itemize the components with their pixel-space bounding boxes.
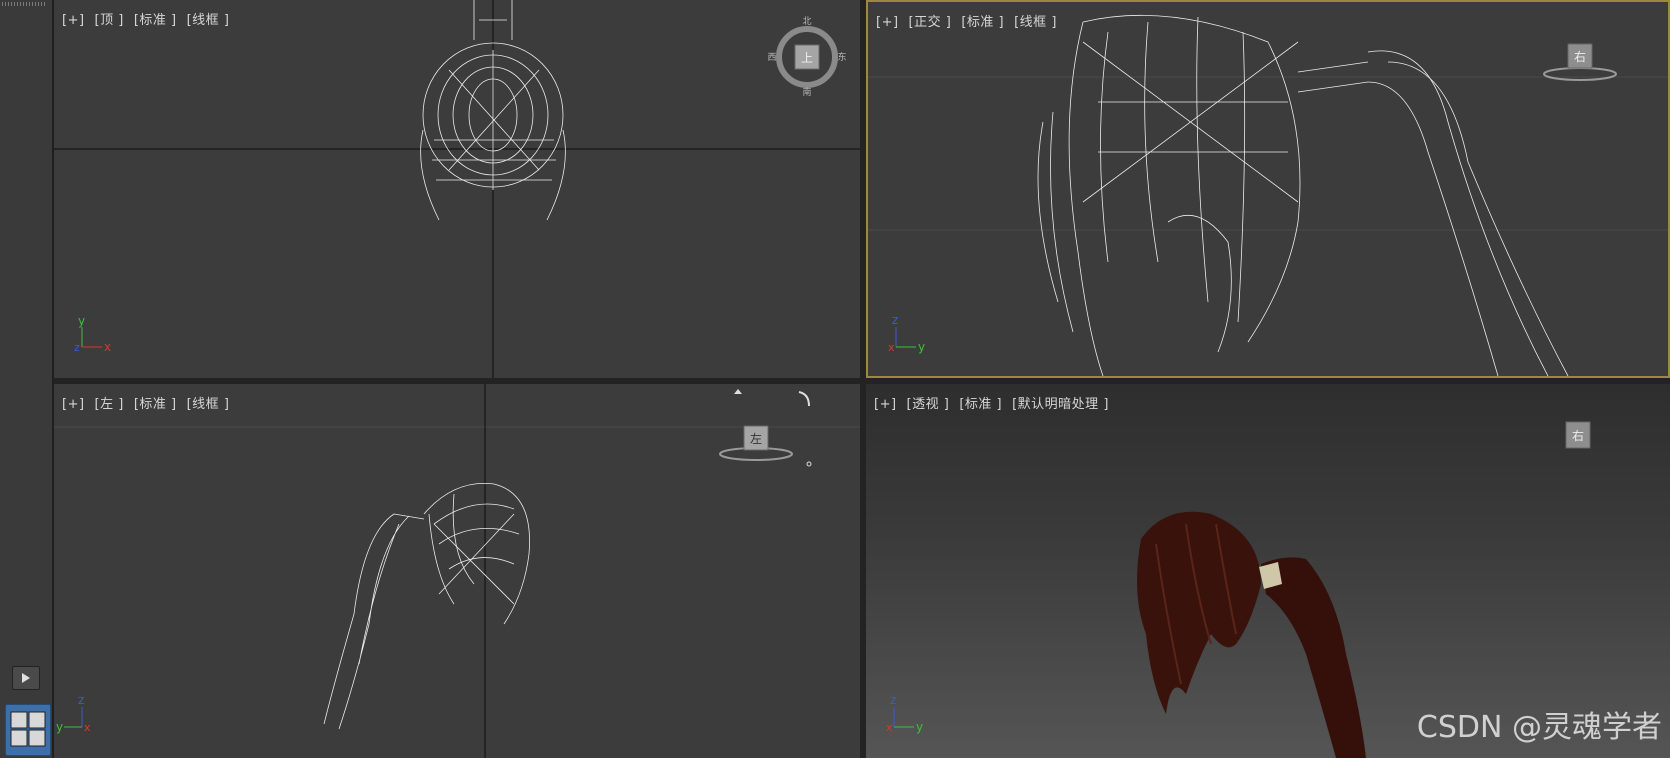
viewport-shading[interactable]: [标准 ] xyxy=(134,397,177,412)
viewport-top[interactable]: 上 北 南 西 东 y x z [+] [顶 ] [标准 ] [线框 ] xyxy=(54,0,860,378)
svg-text:上: 上 xyxy=(801,51,813,65)
viewport-view-name[interactable]: [透视 ] xyxy=(907,397,950,412)
viewport-display-mode[interactable]: [线框 ] xyxy=(1014,15,1057,30)
toolbar-grip[interactable] xyxy=(2,2,46,6)
viewport-shading[interactable]: [标准 ] xyxy=(961,15,1004,30)
watermark-text: CSDN @灵魂学者 xyxy=(1416,710,1662,745)
viewport-shading[interactable]: [标准 ] xyxy=(959,397,1002,412)
svg-text:西: 西 xyxy=(767,52,776,63)
axis-gizmo-perspective: z y x xyxy=(886,693,923,734)
ortho-view-scene: 右 z y x xyxy=(868,14,1668,376)
hair-wireframe-left xyxy=(323,483,530,730)
viewport-menu-plus[interactable]: [+] xyxy=(62,397,85,412)
view-cube-top[interactable]: 上 北 南 西 东 xyxy=(767,16,846,98)
hair-wireframe-ortho xyxy=(1037,14,1569,376)
svg-text:y: y xyxy=(78,314,85,328)
svg-text:z: z xyxy=(74,341,80,354)
svg-text:y: y xyxy=(56,720,63,734)
view-cube-perspective[interactable]: 右 xyxy=(1565,421,1591,449)
svg-text:左: 左 xyxy=(750,431,762,446)
viewport-display-mode[interactable]: [线框 ] xyxy=(187,13,230,28)
viewport-label-ortho: [+] [正交 ] [标准 ] [线框 ] xyxy=(876,11,1067,30)
svg-text:南: 南 xyxy=(802,86,811,98)
svg-text:右: 右 xyxy=(1574,49,1586,64)
axis-gizmo-left: z y x xyxy=(56,693,91,734)
viewport-label-top: [+] [顶 ] [标准 ] [线框 ] xyxy=(62,9,239,28)
viewport-layout-button[interactable] xyxy=(5,704,51,756)
viewport-menu-plus[interactable]: [+] xyxy=(62,13,85,28)
play-button[interactable] xyxy=(12,666,40,690)
svg-text:y: y xyxy=(916,720,923,734)
svg-text:x: x xyxy=(104,340,111,354)
home-icon xyxy=(734,389,742,394)
viewport-label-perspective: [+] [透视 ] [标准 ] [默认明暗处理 ] xyxy=(874,393,1119,412)
viewport-menu-plus[interactable]: [+] xyxy=(876,15,899,30)
viewport-menu-plus[interactable]: [+] xyxy=(874,397,897,412)
viewport-layout-icon xyxy=(10,711,46,747)
viewport-display-mode[interactable]: [线框 ] xyxy=(187,397,230,412)
svg-text:北: 北 xyxy=(802,16,811,27)
svg-text:右: 右 xyxy=(1572,428,1584,443)
viewport-perspective[interactable]: 右 z y x [+] [透视 ] [标准 ] [默认明暗处理 ] CSDN @灵魂学… xyxy=(866,384,1670,758)
svg-text:x: x xyxy=(888,341,895,354)
left-toolbar-strip xyxy=(0,0,54,758)
play-icon xyxy=(22,673,30,683)
viewport-view-name[interactable]: [顶 ] xyxy=(95,13,124,28)
top-view-scene: 上 北 南 西 东 y x z xyxy=(54,0,860,378)
viewport-view-name[interactable]: [左 ] xyxy=(95,397,124,412)
hair-shaded-perspective xyxy=(1137,511,1366,758)
viewport-left[interactable]: 左 z y x [+] [左 ] [标准 ] [线框 ] xyxy=(54,384,860,758)
axis-gizmo-top: y x z xyxy=(74,314,111,354)
svg-text:z: z xyxy=(78,693,84,707)
rotate-icon xyxy=(798,391,810,407)
viewport-ortho[interactable]: 右 z y x [+] [正交 ] [标准 ] [线框 ] xyxy=(866,0,1670,378)
left-view-scene: 左 z y x xyxy=(54,384,860,758)
svg-text:z: z xyxy=(890,693,896,707)
svg-text:东: 东 xyxy=(837,51,846,63)
viewport-view-name[interactable]: [正交 ] xyxy=(909,15,952,30)
viewport-label-left: [+] [左 ] [标准 ] [线框 ] xyxy=(62,393,239,412)
svg-text:x: x xyxy=(886,721,893,734)
svg-text:x: x xyxy=(84,721,91,734)
svg-text:y: y xyxy=(918,340,925,354)
axis-gizmo-ortho: z y x xyxy=(888,313,925,354)
viewport-shading[interactable]: [标准 ] xyxy=(134,13,177,28)
viewport-display-mode[interactable]: [默认明暗处理 ] xyxy=(1012,397,1109,412)
view-cube-ortho[interactable]: 右 xyxy=(1543,43,1617,81)
svg-text:z: z xyxy=(892,313,898,327)
